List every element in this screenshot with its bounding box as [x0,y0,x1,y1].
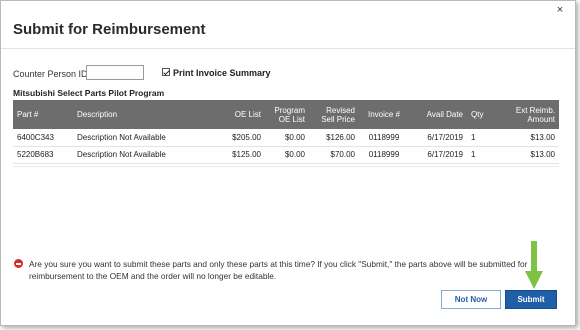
col-part: Part # [17,110,39,119]
cell-program-oe-list: $0.00 [265,146,309,164]
cell-description: Description Not Available [73,129,213,147]
cell-qty: 1 [467,146,491,164]
counter-person-input[interactable] [86,65,144,80]
cell-avail-date: 6/17/2019 [409,129,467,147]
reimbursement-dialog: × Submit for Reimbursement Counter Perso… [0,0,576,326]
col-description: Description [77,110,118,119]
col-program-oe-list: Program OE List [274,105,305,124]
cell-invoice: 0118999 [359,129,409,147]
parts-table: Part # Description OE List Program OE Lis… [13,100,559,164]
print-invoice-checkbox[interactable] [162,68,170,76]
col-avail-date: Avail Date [426,110,463,119]
cell-oe-list: $125.00 [213,146,265,164]
col-revised-sell: Revised Sell Price [321,105,355,124]
cell-part: 5220B683 [13,146,73,164]
col-oe-list: OE List [234,110,261,119]
not-now-button[interactable]: Not Now [441,290,501,309]
col-ext-reimb: Ext Reimb. Amount [515,105,555,124]
annotation-arrow-icon [525,241,543,289]
col-invoice: Invoice # [367,110,401,119]
cell-ext-reimb: $13.00 [491,146,559,164]
cell-revised-sell: $126.00 [309,129,359,147]
title-divider [1,48,575,49]
cell-oe-list: $205.00 [213,129,265,147]
minus-circle-icon [14,259,23,268]
print-invoice-label[interactable]: Print Invoice Summary [173,68,271,78]
cell-invoice: 0118999 [359,146,409,164]
warning-message: Are you sure you want to submit these pa… [29,259,528,281]
table-bottom-divider [13,166,559,167]
program-title: Mitsubishi Select Parts Pilot Program [13,88,165,98]
cell-program-oe-list: $0.00 [265,129,309,147]
cell-revised-sell: $70.00 [309,146,359,164]
table-row: 5220B683 Description Not Available $125.… [13,146,559,164]
table-row: 6400C343 Description Not Available $205.… [13,129,559,147]
cell-part: 6400C343 [13,129,73,147]
table-header-row: Part # Description OE List Program OE Lis… [13,100,559,129]
counter-person-label: Counter Person ID: [13,69,91,79]
close-icon[interactable]: × [555,5,565,16]
cell-qty: 1 [467,129,491,147]
submit-button[interactable]: Submit [505,290,557,309]
col-qty: Qty [471,110,484,119]
dialog-title: Submit for Reimbursement [13,21,206,38]
cell-description: Description Not Available [73,146,213,164]
cell-ext-reimb: $13.00 [491,129,559,147]
cell-avail-date: 6/17/2019 [409,146,467,164]
